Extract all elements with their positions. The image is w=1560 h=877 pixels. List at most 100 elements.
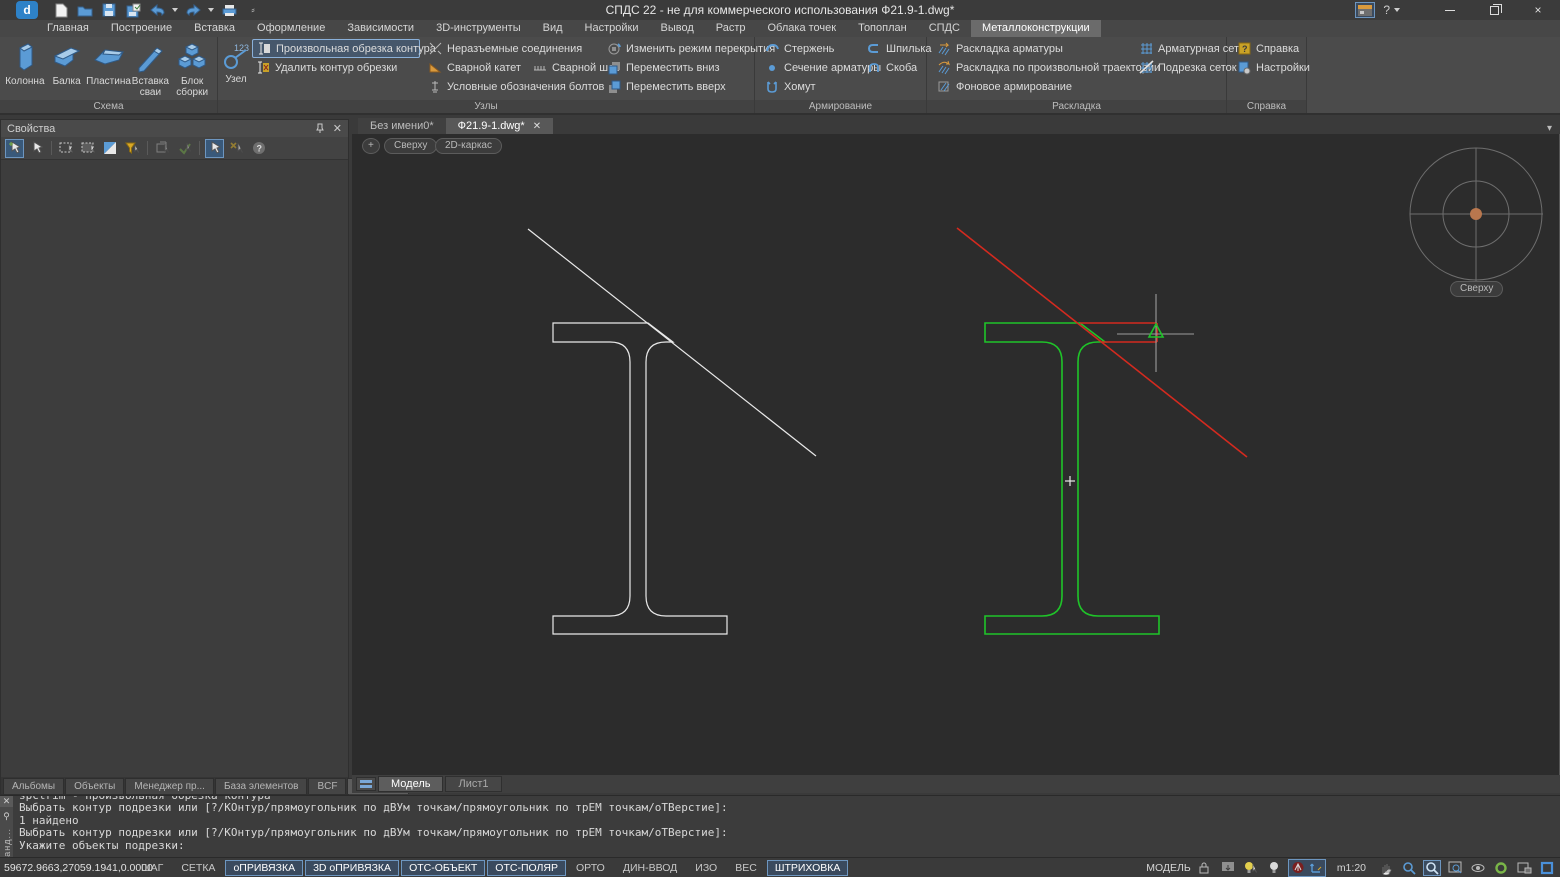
lamp-icon[interactable]: [1265, 860, 1283, 876]
redo-icon[interactable]: [184, 2, 202, 18]
menu-rastr[interactable]: Растр: [705, 20, 757, 37]
doc-tab-current[interactable]: Ф21.9-1.dwg* ✕: [446, 118, 553, 134]
menu-spds[interactable]: СПДС: [918, 20, 971, 37]
menu-topoplan[interactable]: Топоплан: [847, 20, 918, 37]
command-prompt[interactable]: Укажите объекты подрезки:: [19, 840, 1560, 852]
menu-postroenie[interactable]: Построение: [100, 20, 183, 37]
change-overlap-mode-button[interactable]: Изменить режим перекрытия: [603, 39, 753, 58]
rebar-layout-button[interactable]: Раскладка арматуры: [933, 39, 1131, 58]
status-shag[interactable]: ШАГ: [133, 860, 171, 876]
bolt-symbols-button[interactable]: Условные обозначения болтов: [424, 77, 599, 96]
status-shtrihovka[interactable]: ШТРИХОВКА: [767, 860, 849, 876]
menu-oformlenie[interactable]: Оформление: [246, 20, 336, 37]
print-icon[interactable]: [220, 2, 238, 18]
tab-list-chevron-icon[interactable]: ▾: [1547, 123, 1552, 134]
pin-icon[interactable]: [315, 123, 325, 134]
navigator-center-dot[interactable]: [1470, 208, 1482, 220]
pan-tool-icon[interactable]: [1377, 860, 1395, 876]
view-direction-button[interactable]: Сверху: [384, 138, 437, 154]
tab-albomy[interactable]: Альбомы: [3, 778, 64, 794]
close-button[interactable]: ×: [1516, 0, 1560, 20]
status-izo[interactable]: ИЗО: [687, 860, 725, 876]
command-history[interactable]: spctrim - произвольная обрезка контура В…: [13, 796, 1560, 857]
weld-leg-button[interactable]: Сварной катет Сварной шов: [424, 58, 599, 77]
trajectory-layout-button[interactable]: Раскладка по произвольной траектории: [933, 58, 1131, 77]
selection-filter-icon[interactable]: [123, 139, 142, 158]
doc-tab-unnamed[interactable]: Без имени0*: [358, 118, 446, 134]
settings-button[interactable]: Настройки: [1233, 58, 1305, 77]
tab-list1[interactable]: Лист1: [445, 776, 501, 792]
lamp-selection-icon[interactable]: [1242, 860, 1260, 876]
view-navigator-wheel[interactable]: [1410, 148, 1543, 281]
assembly-block-button[interactable]: Блок сборки: [171, 39, 213, 100]
ribbon-toggle-icon[interactable]: [1355, 2, 1375, 18]
status-3d-osnap[interactable]: 3D оПРИВЯЗКА: [305, 860, 399, 876]
permanent-joints-button[interactable]: Неразъемные соединения: [424, 39, 599, 58]
zoom-extents-icon[interactable]: [1446, 860, 1464, 876]
help-ribbon-button[interactable]: ? Справка: [1233, 39, 1305, 58]
beam-button[interactable]: Балка: [46, 39, 88, 100]
apply-icon[interactable]: [175, 139, 194, 158]
menu-3d-instrumenty[interactable]: 3D-инструменты: [425, 20, 532, 37]
panel-help-icon[interactable]: ?: [249, 139, 268, 158]
select-add-tool-icon[interactable]: [5, 139, 24, 158]
move-up-button[interactable]: Переместить вверх: [603, 77, 753, 96]
zoom-tool-icon[interactable]: [1400, 860, 1418, 876]
rect-select-icon[interactable]: [57, 139, 76, 158]
sheet-list-icon[interactable]: [356, 777, 376, 791]
clear-selection-icon[interactable]: [227, 139, 246, 158]
status-osnap[interactable]: оПРИВЯЗКА: [225, 860, 303, 876]
tab-bcf[interactable]: BCF: [308, 778, 346, 794]
status-setka[interactable]: СЕТКА: [173, 860, 223, 876]
bracket-button[interactable]: Скоба: [863, 58, 927, 77]
ucs-off-icon[interactable]: [1289, 860, 1307, 876]
delete-trim-contour-button[interactable]: Удалить контур обрезки: [252, 58, 420, 77]
drawing-canvas[interactable]: + Сверху 2D-каркас Сверху: [352, 134, 1560, 775]
customize-toolbar-icon[interactable]: ⸗: [244, 2, 262, 18]
annotation-scale[interactable]: m1:20: [1337, 862, 1366, 874]
save-all-icon[interactable]: [124, 2, 142, 18]
pile-insert-button[interactable]: Вставка сваи: [130, 39, 172, 100]
stirrup-button[interactable]: Хомут: [761, 77, 859, 96]
rect-select-all-icon[interactable]: [79, 139, 98, 158]
fullscreen-icon[interactable]: [1538, 860, 1556, 876]
clean-screen-icon[interactable]: [1515, 860, 1533, 876]
zoom-window-active-icon[interactable]: [1423, 860, 1441, 876]
status-orto[interactable]: ОРТО: [568, 860, 613, 876]
tab-baza-elementov[interactable]: База элементов: [215, 778, 308, 794]
tab-model[interactable]: Модель: [378, 776, 443, 792]
tab-obekty[interactable]: Объекты: [65, 778, 124, 794]
undo-dropdown-icon[interactable]: [172, 8, 178, 12]
beam-left[interactable]: [553, 323, 727, 634]
copy-properties-icon[interactable]: [153, 139, 172, 158]
status-otrack-polar[interactable]: ОТС-ПОЛЯР: [487, 860, 566, 876]
help-button[interactable]: ?: [1383, 3, 1390, 17]
visual-style-button[interactable]: 2D-каркас: [435, 138, 502, 154]
menu-vyvod[interactable]: Вывод: [649, 20, 704, 37]
menu-zavisimosti[interactable]: Зависимости: [336, 20, 425, 37]
undo-icon[interactable]: [148, 2, 166, 18]
menu-metallokonstruktsii[interactable]: Металлоконструкции: [971, 20, 1101, 37]
column-button[interactable]: Колонна: [4, 39, 46, 100]
redo-dropdown-icon[interactable]: [208, 8, 214, 12]
menu-vstavka[interactable]: Вставка: [183, 20, 246, 37]
arbitrary-contour-trim-button[interactable]: Произвольная обрезка контура: [252, 39, 420, 58]
open-file-icon[interactable]: [76, 2, 94, 18]
pick-object-icon[interactable]: [205, 139, 224, 158]
status-ves[interactable]: ВЕС: [727, 860, 765, 876]
uzel-button[interactable]: 123 Узел: [222, 39, 250, 100]
restore-button[interactable]: [1472, 0, 1516, 20]
viewcube-menu-button[interactable]: +: [362, 138, 380, 154]
status-dyn-input[interactable]: ДИН-ВВОД: [615, 860, 685, 876]
background-reinforcement-button[interactable]: Фоновое армирование: [933, 77, 1131, 96]
status-otrack-object[interactable]: ОТС-ОБЪЕКТ: [401, 860, 485, 876]
plate-button[interactable]: Пластина: [88, 39, 130, 100]
rod-button[interactable]: Стержень: [761, 39, 859, 58]
help-dropdown-icon[interactable]: [1394, 8, 1400, 12]
viewport-lock-icon[interactable]: [1196, 860, 1214, 876]
menu-nastroyki[interactable]: Настройки: [574, 20, 650, 37]
command-pin-icon[interactable]: ⚲: [3, 811, 10, 822]
move-down-button[interactable]: Переместить вниз: [603, 58, 753, 77]
panel-close-icon[interactable]: ✕: [333, 122, 342, 135]
navigator-view-label[interactable]: Сверху: [1450, 281, 1503, 297]
